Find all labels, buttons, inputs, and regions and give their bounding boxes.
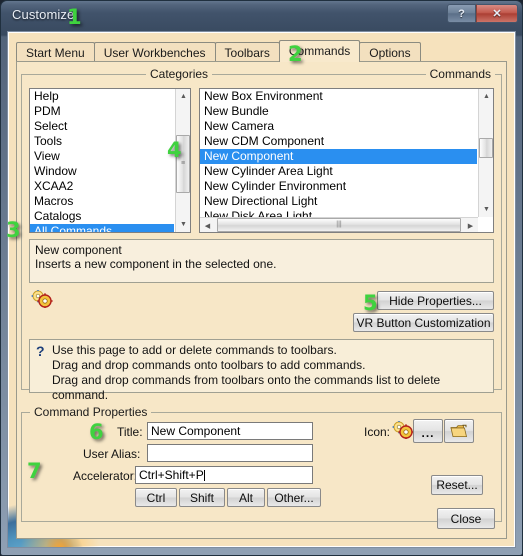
description-line-2: Inserts a new component in the selected …: [35, 257, 277, 271]
component-gears-icon: [31, 290, 53, 308]
commands-horizontal-scrollbar[interactable]: ◀ ||| ▶: [200, 217, 478, 232]
description-line-1: New component: [35, 243, 122, 257]
folder-icon: [450, 424, 468, 437]
categories-legend: Categories: [146, 67, 213, 81]
scroll-thumb-horizontal[interactable]: |||: [217, 218, 461, 232]
accelerator-value: Ctrl+Shift+P: [139, 468, 204, 482]
help-line-1: Use this page to add or delete commands …: [52, 343, 337, 357]
list-item[interactable]: New Bundle: [200, 104, 477, 119]
scroll-up-arrow[interactable]: ▲: [479, 89, 493, 104]
categories-vertical-scrollbar[interactable]: ▲ ≡ ▼: [175, 89, 190, 232]
scroll-down-arrow[interactable]: ▼: [176, 217, 190, 232]
vr-button-customization-button[interactable]: VR Button Customization: [353, 313, 494, 332]
customize-dialog-window: Customize ? ✕ Start Menu User Workbenche…: [0, 0, 523, 556]
tab-commands[interactable]: Commands: [278, 40, 361, 62]
help-line-3: Drag and drop commands from toolbars ont…: [52, 373, 441, 402]
list-item[interactable]: New Directional Light: [200, 194, 477, 209]
accelerator-input[interactable]: Ctrl+Shift+P: [135, 466, 313, 484]
list-item[interactable]: Select: [30, 119, 174, 134]
reset-button[interactable]: Reset...: [431, 475, 483, 495]
command-icon-preview: [392, 421, 414, 439]
commands-tab-page: Categories Commands Help PDM Select Tool…: [16, 61, 507, 539]
scroll-thumb-grip: ≡: [180, 160, 186, 167]
list-item[interactable]: New Box Environment: [200, 89, 477, 104]
icon-browse-label: ...: [421, 426, 435, 440]
icon-field-label: Icon:: [364, 425, 391, 439]
window-title: Customize: [12, 7, 75, 22]
modifier-alt-button[interactable]: Alt: [227, 488, 265, 507]
list-item[interactable]: Macros: [30, 194, 174, 209]
help-line-2: Drag and drop commands onto toolbars to …: [52, 358, 366, 372]
list-item[interactable]: Tools: [30, 134, 174, 149]
tab-user-workbenches[interactable]: User Workbenches: [93, 42, 216, 62]
help-text-box: ? Use this page to add or delete command…: [29, 339, 494, 402]
dialog-client-area: Start Menu User Workbenches Toolbars Com…: [7, 31, 516, 548]
categories-listbox[interactable]: Help PDM Select Tools View Window XCAA2 …: [29, 88, 191, 233]
list-item[interactable]: View: [30, 149, 174, 164]
icon-open-folder-button[interactable]: [444, 419, 474, 443]
title-bar-buttons: ? ✕: [447, 4, 518, 24]
scroll-thumb[interactable]: ≡: [176, 135, 190, 193]
user-alias-input[interactable]: [147, 444, 313, 462]
commands-legend: Commands: [425, 67, 495, 81]
icon-browse-button[interactable]: ...: [413, 419, 443, 443]
list-item[interactable]: PDM: [30, 104, 174, 119]
title-field-label: Title:: [117, 425, 143, 439]
user-alias-field-label: User Alias:: [83, 447, 141, 461]
scroll-left-arrow[interactable]: ◀: [200, 218, 215, 232]
text-caret: [203, 470, 205, 481]
list-item[interactable]: New Cylinder Environment: [200, 179, 477, 194]
scroll-down-arrow[interactable]: ▼: [479, 202, 493, 217]
list-item[interactable]: Catalogs: [30, 209, 174, 224]
command-properties-legend: Command Properties: [30, 405, 152, 419]
accelerator-field-label: Accelerator:: [73, 469, 138, 483]
list-item[interactable]: New Camera: [200, 119, 477, 134]
list-item[interactable]: Window: [30, 164, 174, 179]
modifier-ctrl-button[interactable]: Ctrl: [135, 488, 177, 507]
tab-strip: Start Menu User Workbenches Toolbars Com…: [16, 40, 507, 62]
modifier-shift-button[interactable]: Shift: [179, 488, 225, 507]
scroll-thumb[interactable]: [479, 138, 493, 158]
command-description-box: New component Inserts a new component in…: [29, 239, 494, 283]
commands-items: New Box Environment New Bundle New Camer…: [200, 89, 477, 224]
scroll-thumb-grip: |||: [336, 221, 342, 228]
scroll-right-arrow[interactable]: ▶: [463, 218, 478, 232]
close-dialog-button[interactable]: Close: [437, 508, 495, 529]
commands-listbox[interactable]: New Box Environment New Bundle New Camer…: [199, 88, 494, 233]
list-item-selected[interactable]: New Component: [200, 149, 477, 164]
list-item[interactable]: XCAA2: [30, 179, 174, 194]
tab-toolbars[interactable]: Toolbars: [214, 42, 280, 62]
categories-items: Help PDM Select Tools View Window XCAA2 …: [30, 89, 174, 232]
list-item-selected[interactable]: All Commands: [30, 224, 174, 232]
commands-vertical-scrollbar[interactable]: ▲ ▼: [478, 89, 493, 217]
scroll-up-arrow[interactable]: ▲: [176, 89, 190, 104]
question-mark-icon: ?: [36, 343, 45, 359]
help-button[interactable]: ?: [447, 4, 476, 23]
tab-options[interactable]: Options: [359, 42, 421, 62]
list-item[interactable]: New CDM Component: [200, 134, 477, 149]
tab-start-menu[interactable]: Start Menu: [16, 42, 95, 62]
title-bar: Customize ? ✕: [1, 1, 523, 31]
close-window-button[interactable]: ✕: [476, 4, 518, 23]
hide-properties-button[interactable]: Hide Properties...: [377, 291, 494, 310]
list-item[interactable]: New Cylinder Area Light: [200, 164, 477, 179]
title-input[interactable]: New Component: [147, 422, 313, 440]
modifier-other-button[interactable]: Other...: [267, 488, 321, 507]
list-item[interactable]: Help: [30, 89, 174, 104]
